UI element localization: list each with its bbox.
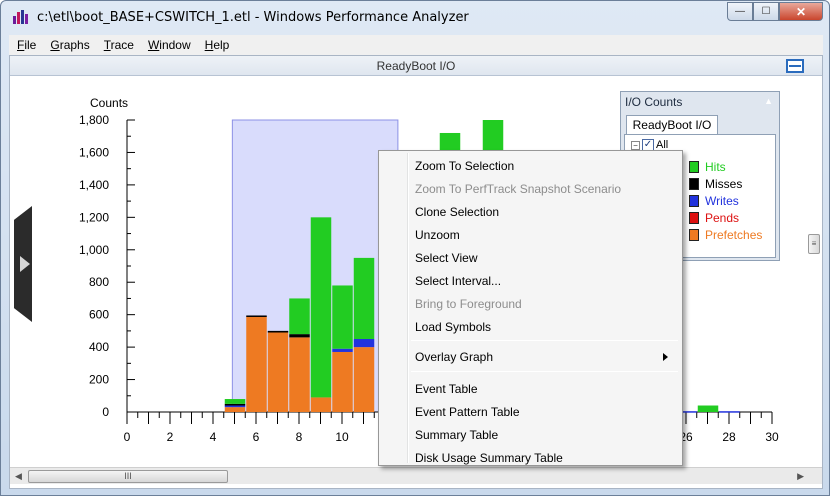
- x-tick-label: 6: [253, 430, 260, 444]
- menu-file[interactable]: File: [17, 38, 36, 52]
- menu-item-select-view[interactable]: Select View: [415, 248, 477, 268]
- scroll-right-arrow-icon[interactable]: ▶: [797, 471, 804, 482]
- menu-help[interactable]: Help: [205, 38, 230, 52]
- y-tick-label: 1,800: [79, 113, 109, 127]
- menu-item-disk-usage-summary-table[interactable]: Disk Usage Summary Table: [415, 448, 563, 468]
- bar-hits-8: [289, 298, 310, 335]
- x-tick-label: 4: [210, 430, 217, 444]
- x-tick-label: 28: [722, 430, 736, 444]
- legend-item-pends[interactable]: Pends: [689, 211, 739, 225]
- menu-separator: [411, 340, 678, 341]
- menu-item-summary-table[interactable]: Summary Table: [415, 425, 498, 445]
- bar-prefetches-10: [332, 351, 353, 412]
- legend-title: I/O Counts: [625, 95, 683, 109]
- bar-prefetches-5: [224, 407, 246, 412]
- x-tick-label: 8: [296, 430, 303, 444]
- legend-item-hits[interactable]: Hits: [689, 160, 726, 174]
- collapse-caret-icon[interactable]: ▲: [764, 96, 773, 106]
- menu-bar: File Graphs Trace Window Help: [9, 35, 823, 55]
- tree-expander-icon[interactable]: −: [631, 140, 640, 150]
- menu-item-load-symbols[interactable]: Load Symbols: [415, 317, 491, 337]
- title-bar[interactable]: c:\etl\boot_BASE+CSWITCH_1.etl - Windows…: [1, 1, 829, 33]
- vertical-scrollbar-grip[interactable]: ≡: [808, 234, 820, 254]
- bar-hits-27: [697, 405, 719, 412]
- legend-swatch: [689, 229, 699, 241]
- y-tick-label: 800: [89, 275, 109, 289]
- bar-hits-11: [353, 257, 375, 339]
- window-controls: — ☐ ✕: [727, 2, 823, 22]
- legend-item-prefetches[interactable]: Prefetches: [689, 228, 762, 242]
- y-tick-label: 1,000: [79, 243, 109, 257]
- menu-item-bring-to-foreground: Bring to Foreground: [415, 297, 522, 311]
- bar-writes-11: [353, 339, 375, 348]
- bar-hits-10: [332, 285, 353, 349]
- application-window: c:\etl\boot_BASE+CSWITCH_1.etl - Windows…: [0, 0, 830, 496]
- menu-trace[interactable]: Trace: [104, 38, 134, 52]
- bar-hits-9: [310, 217, 332, 398]
- minimize-button[interactable]: —: [727, 2, 753, 21]
- scroll-left-arrow-icon[interactable]: ◀: [15, 471, 22, 482]
- close-button[interactable]: ✕: [779, 2, 823, 21]
- y-tick-label: 200: [89, 373, 109, 387]
- y-tick-label: 1,400: [79, 178, 109, 192]
- legend-label: Writes: [705, 194, 739, 208]
- bar-prefetches-11: [353, 347, 375, 412]
- window-title: c:\etl\boot_BASE+CSWITCH_1.etl - Windows…: [37, 10, 469, 25]
- y-tick-label: 1,200: [79, 210, 109, 224]
- legend-label: Misses: [705, 177, 743, 191]
- legend-tab-readyboot-io[interactable]: ReadyBoot I/O: [626, 115, 718, 135]
- bar-misses-7: [267, 330, 289, 333]
- legend-swatch: [689, 161, 699, 173]
- horizontal-scrollbar[interactable]: ◀ III ▶: [10, 467, 822, 484]
- x-tick-label: 30: [765, 430, 779, 444]
- maximize-button[interactable]: ☐: [753, 2, 779, 21]
- bar-writes-28: [719, 411, 740, 413]
- menu-item-event-pattern-table[interactable]: Event Pattern Table: [415, 402, 520, 422]
- legend-item-writes[interactable]: Writes: [689, 194, 739, 208]
- context-menu: Zoom To Selection Zoom To PerfTrack Snaps…: [378, 150, 683, 466]
- menu-item-overlay-graph[interactable]: Overlay Graph: [415, 347, 493, 367]
- app-icon: [13, 10, 28, 24]
- bar-misses-8: [289, 334, 310, 338]
- y-tick-label: 600: [89, 308, 109, 322]
- x-tick-label: 2: [167, 430, 174, 444]
- bar-writes-10: [332, 348, 353, 352]
- submenu-arrow-icon: [663, 353, 668, 361]
- legend-label: Prefetches: [705, 228, 763, 242]
- bar-prefetches-9: [310, 397, 332, 412]
- bar-writes-5: [224, 405, 246, 408]
- y-tick-label: 0: [102, 405, 109, 419]
- bar-prefetches-7: [267, 332, 289, 412]
- legend-swatch: [689, 178, 699, 190]
- menu-item-zoom-to-selection[interactable]: Zoom To Selection: [415, 156, 514, 176]
- legend-label: Pends: [705, 211, 740, 225]
- legend-item-misses[interactable]: Misses: [689, 177, 742, 191]
- menu-separator: [411, 371, 678, 372]
- x-tick-label: 0: [124, 430, 131, 444]
- menu-item-clone-selection[interactable]: Clone Selection: [415, 202, 499, 222]
- bar-prefetches-6: [246, 316, 267, 412]
- menu-item-unzoom[interactable]: Unzoom: [415, 225, 460, 245]
- x-tick-label: 10: [335, 430, 349, 444]
- menu-graphs[interactable]: Graphs: [50, 38, 89, 52]
- legend-swatch: [689, 195, 699, 207]
- menu-item-select-interval[interactable]: Select Interval...: [415, 271, 501, 291]
- bar-hits-5: [224, 399, 246, 404]
- legend-label: Hits: [705, 160, 726, 174]
- y-tick-label: 1,600: [79, 145, 109, 159]
- bar-misses-6: [246, 315, 267, 317]
- horizontal-scroll-thumb[interactable]: III: [28, 470, 228, 483]
- menu-item-zoom-to-perftrack-snapshot-scenario: Zoom To PerfTrack Snapshot Scenario: [415, 182, 622, 196]
- menu-window[interactable]: Window: [148, 38, 191, 52]
- bar-prefetches-8: [289, 337, 310, 412]
- y-axis-label: Counts: [90, 96, 128, 110]
- y-tick-label: 400: [89, 340, 109, 354]
- bar-misses-5: [224, 403, 246, 406]
- legend-swatch: [689, 212, 699, 224]
- menu-item-event-table[interactable]: Event Table: [415, 379, 478, 399]
